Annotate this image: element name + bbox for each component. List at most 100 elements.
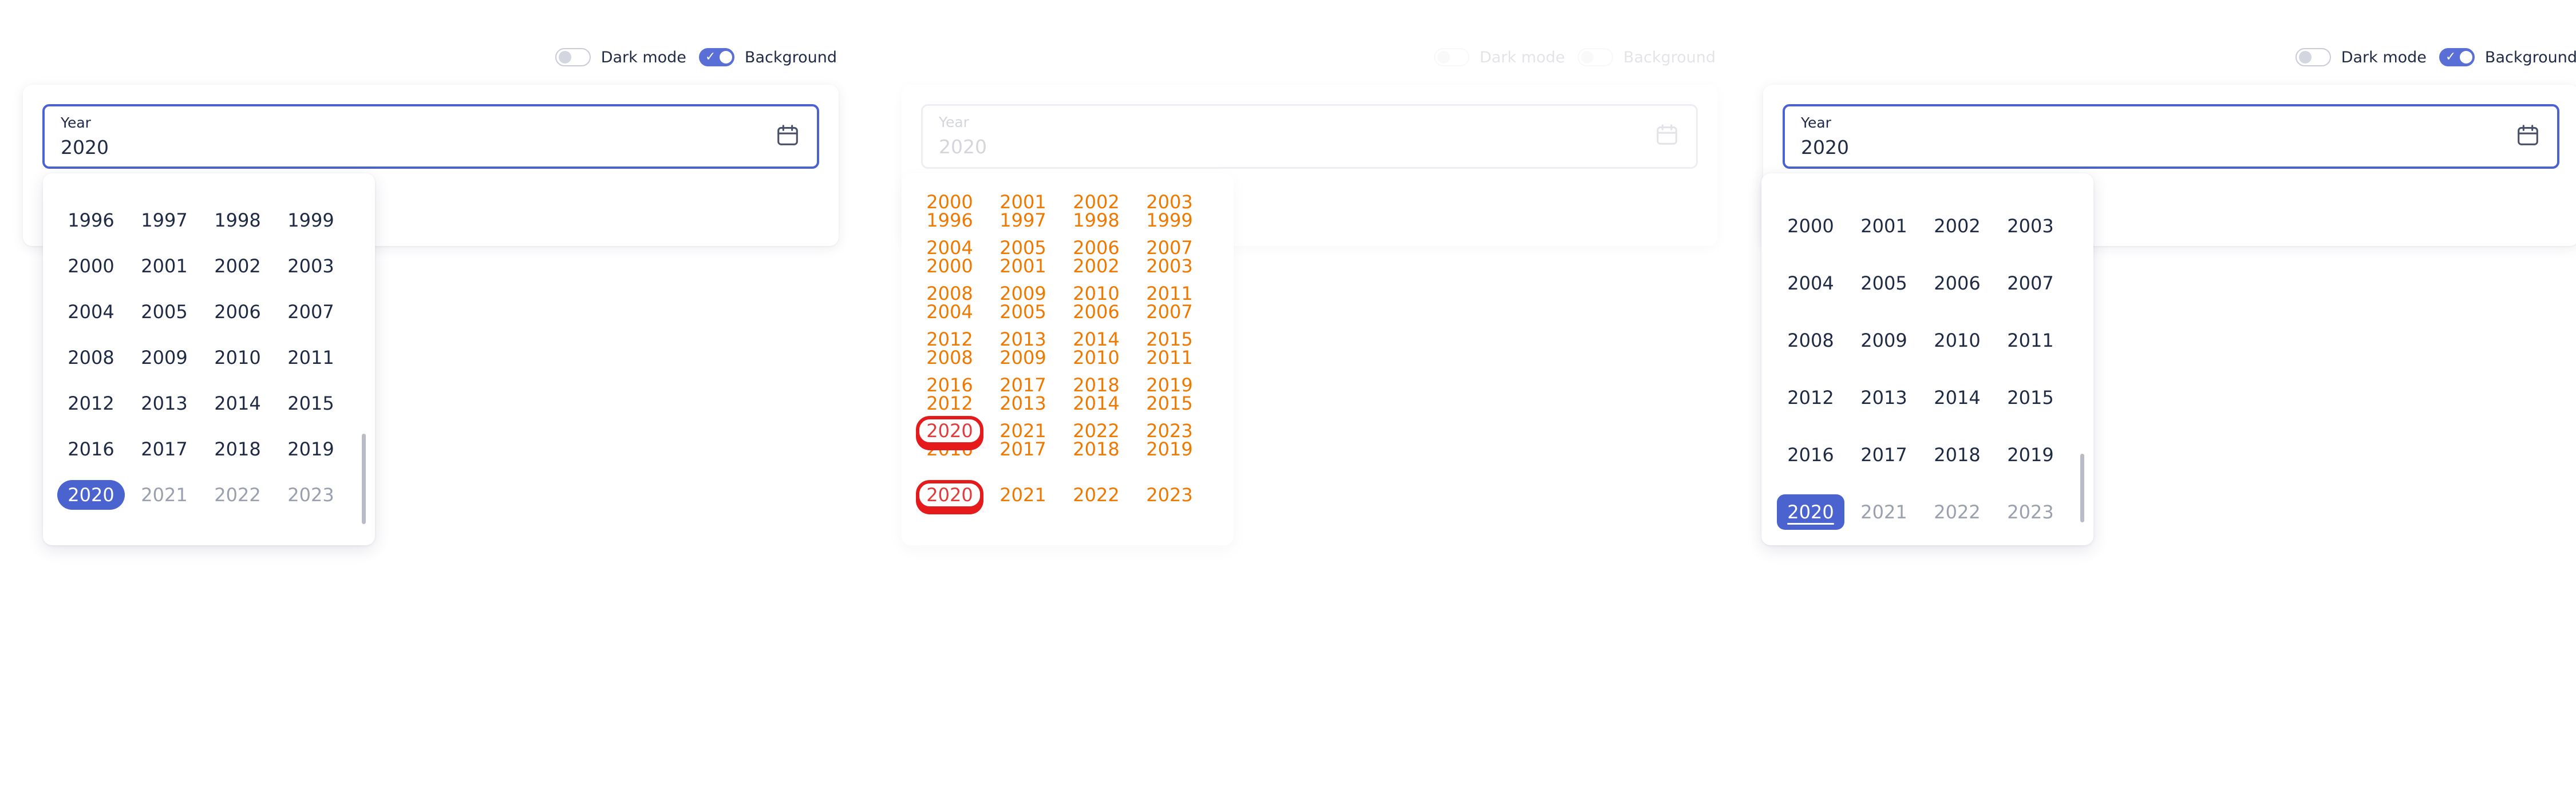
year-option[interactable]: 1997 (131, 205, 198, 235)
year-option[interactable]: 2008 (1777, 326, 1844, 355)
year-option[interactable]: 2023 (277, 480, 345, 510)
year-option[interactable]: 2005 (1850, 268, 1918, 298)
year-option[interactable]: 2023 (1997, 497, 2064, 527)
calendar-icon[interactable] (2515, 122, 2541, 149)
year-option[interactable]: 2001 (1850, 211, 1918, 241)
year-option[interactable]: 2019 (1136, 370, 1203, 400)
year-option[interactable]: 2015 (1136, 324, 1203, 354)
year-option[interactable]: 2004 (57, 297, 125, 327)
year-field[interactable]: Year 2020 (921, 104, 1698, 169)
year-option[interactable]: 2014 (1062, 324, 1130, 354)
year-option[interactable]: 2013 (131, 388, 198, 418)
dark-mode-control[interactable]: Dark mode (1433, 48, 1565, 66)
calendar-icon[interactable] (1654, 122, 1680, 148)
year-option[interactable]: 2021 (989, 480, 1057, 510)
year-option[interactable]: 2007 (1997, 268, 2064, 298)
year-option[interactable]: 2010 (1923, 326, 1991, 355)
year-option[interactable]: 1998 (204, 205, 271, 235)
calendar-icon[interactable] (775, 122, 801, 149)
year-option[interactable]: 2002 (1062, 187, 1130, 217)
year-option[interactable]: 2006 (1923, 268, 1991, 298)
year-field[interactable]: Year 2020 (1783, 104, 2559, 169)
year-option[interactable]: 2004 (916, 233, 983, 263)
year-option[interactable]: 2010 (1062, 279, 1130, 308)
year-option[interactable]: 2016 (1777, 440, 1844, 470)
year-option[interactable]: 2000 (1777, 211, 1844, 241)
dark-mode-control[interactable]: Dark mode (2295, 48, 2427, 66)
year-option[interactable]: 2022 (1923, 497, 1991, 527)
year-option[interactable]: 2017 (1850, 440, 1918, 470)
dark-mode-toggle[interactable] (1433, 48, 1469, 66)
year-option[interactable]: 2009 (989, 279, 1057, 308)
year-option[interactable]: 2006 (1062, 233, 1130, 263)
background-toggle[interactable]: ✓ (698, 48, 734, 66)
year-option[interactable]: 2022 (1062, 416, 1130, 446)
dark-mode-toggle[interactable] (2295, 48, 2331, 66)
dark-mode-toggle[interactable] (555, 48, 591, 66)
year-option[interactable]: 2023 (1136, 480, 1203, 510)
year-option[interactable]: 2003 (1136, 187, 1203, 217)
year-option[interactable]: 2001 (131, 251, 198, 281)
scrollbar[interactable] (362, 434, 366, 524)
year-option[interactable]: 2022 (1062, 480, 1130, 510)
year-option[interactable]: 2023 (1136, 416, 1203, 446)
background-toggle[interactable] (1577, 48, 1613, 66)
year-option[interactable]: 2002 (1923, 211, 1991, 241)
year-option[interactable]: 2000 (57, 251, 125, 281)
year-option[interactable]: 2008 (916, 279, 983, 308)
background-control[interactable]: ✓ Background (698, 48, 837, 66)
year-option-selected[interactable]: 2020 (916, 480, 983, 510)
year-option-selected[interactable]: 2020 (1777, 494, 1844, 530)
dark-mode-control[interactable]: Dark mode (555, 48, 686, 66)
year-option[interactable]: 1996 (57, 205, 125, 235)
year-option[interactable]: 2006 (204, 297, 271, 327)
year-option[interactable]: 2014 (204, 388, 271, 418)
year-option[interactable]: 2018 (1923, 440, 1991, 470)
year-option-selected[interactable]: 2020 (916, 416, 983, 446)
year-option[interactable]: 2017 (989, 370, 1057, 400)
year-option-selected[interactable]: 2020 (57, 480, 125, 510)
year-option[interactable]: 2005 (989, 233, 1057, 263)
year-option[interactable]: 2003 (277, 251, 345, 281)
year-option[interactable]: 2018 (1062, 370, 1130, 400)
background-toggle[interactable]: ✓ (2439, 48, 2475, 66)
year-option[interactable]: 2007 (277, 297, 345, 327)
year-option[interactable]: 2015 (1997, 383, 2064, 413)
year-option[interactable]: 2009 (1850, 326, 1918, 355)
year-option[interactable]: 2001 (989, 187, 1057, 217)
year-option[interactable]: 2005 (131, 297, 198, 327)
year-option[interactable]: 2022 (204, 480, 271, 510)
year-option[interactable]: 1999 (277, 205, 345, 235)
year-option[interactable]: 2021 (989, 416, 1057, 446)
background-control[interactable]: Background (1577, 48, 1716, 66)
year-option[interactable]: 2011 (1997, 326, 2064, 355)
year-option[interactable]: 2009 (131, 343, 198, 372)
year-option[interactable]: 2016 (57, 434, 125, 464)
year-field[interactable]: Year 2020 (42, 104, 819, 169)
year-option[interactable]: 2000 (916, 187, 983, 217)
year-option[interactable]: 2011 (1136, 279, 1203, 308)
year-option[interactable]: 2004 (1777, 268, 1844, 298)
background-control[interactable]: ✓ Background (2439, 48, 2576, 66)
year-option[interactable]: 2021 (131, 480, 198, 510)
year-option[interactable]: 2018 (204, 434, 271, 464)
year-option[interactable]: 2014 (1923, 383, 1991, 413)
year-option[interactable]: 2016 (916, 370, 983, 400)
year-option[interactable]: 2011 (277, 343, 345, 372)
year-option[interactable]: 2017 (131, 434, 198, 464)
year-option[interactable]: 2007 (1136, 233, 1203, 263)
year-option[interactable]: 2019 (277, 434, 345, 464)
year-option[interactable]: 2015 (277, 388, 345, 418)
scrollbar[interactable] (2080, 454, 2084, 522)
year-option[interactable]: 2021 (1850, 497, 1918, 527)
year-option[interactable]: 2003 (1997, 211, 2064, 241)
year-option[interactable]: 2002 (204, 251, 271, 281)
year-option[interactable]: 2010 (204, 343, 271, 372)
year-option[interactable]: 2013 (989, 324, 1057, 354)
year-option[interactable]: 2012 (57, 388, 125, 418)
year-option[interactable]: 2012 (916, 324, 983, 354)
year-option[interactable]: 2013 (1850, 383, 1918, 413)
year-option[interactable]: 2012 (1777, 383, 1844, 413)
year-option[interactable]: 2008 (57, 343, 125, 372)
year-option[interactable]: 2019 (1997, 440, 2064, 470)
